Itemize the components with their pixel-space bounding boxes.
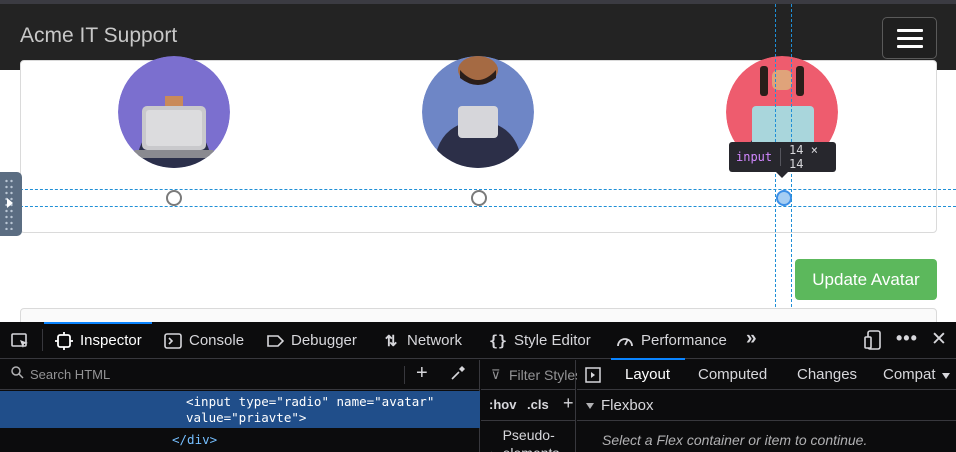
- tab-network[interactable]: ⇅ Network: [381, 322, 462, 359]
- search-html-input[interactable]: Search HTML: [30, 367, 110, 382]
- avatar-image-1[interactable]: [118, 56, 230, 168]
- inspector-highlight-tooltip: input 14 × 14: [729, 142, 836, 172]
- rules-pane: ⊽ Filter Styles :hov .cls + ▶ Pseudo-ele…: [481, 360, 582, 452]
- tab-label: Performance: [641, 332, 727, 349]
- hover-states-button[interactable]: :hov: [489, 397, 516, 412]
- performance-icon: [615, 331, 635, 351]
- highlight-guide-bottom: [0, 206, 956, 207]
- tab-performance[interactable]: Performance: [615, 322, 727, 359]
- tooltip-dimensions: 14 × 14: [789, 143, 818, 171]
- html-line[interactable]: </div>: [172, 432, 217, 447]
- more-options-icon[interactable]: •••: [896, 328, 918, 349]
- search-icon: [11, 366, 24, 382]
- rules-toolbar: :hov .cls +: [481, 391, 576, 421]
- collapse-arrow-icon: [586, 403, 594, 409]
- responsive-design-icon[interactable]: [864, 330, 882, 355]
- tab-computed[interactable]: Computed: [698, 366, 767, 383]
- tab-compat[interactable]: Compat: [883, 366, 936, 383]
- pseudo-elements-label: Pseudo-elements: [502, 427, 560, 452]
- side-panel-handle[interactable]: [0, 172, 22, 236]
- network-icon: ⇅: [384, 332, 398, 350]
- style-editor-icon: {}: [488, 331, 508, 350]
- selected-node-row[interactable]: <input type="radio" name="avatar" value=…: [0, 391, 480, 428]
- hamburger-bar-icon: [897, 45, 923, 48]
- html-line: value="priavte">: [186, 410, 307, 425]
- tab-console[interactable]: Console: [163, 322, 244, 359]
- layout-pane: Layout Computed Changes Compat Flexbox S…: [577, 358, 956, 452]
- class-toggle-button[interactable]: .cls: [527, 397, 549, 412]
- tab-label: Network: [407, 332, 463, 349]
- toggle-sidebar-icon[interactable]: [585, 367, 601, 387]
- sidebar-tabs: Layout Computed Changes Compat: [577, 358, 956, 390]
- flexbox-title: Flexbox: [601, 397, 654, 414]
- hamburger-bar-icon: [897, 37, 923, 40]
- tab-label: Inspector: [80, 332, 142, 349]
- avatar-radio-2[interactable]: [471, 190, 487, 206]
- tab-changes[interactable]: Changes: [797, 366, 857, 383]
- html-line: <input type="radio" name="avatar": [186, 394, 435, 409]
- brand-title[interactable]: Acme IT Support: [20, 24, 177, 48]
- tab-layout[interactable]: Layout: [625, 366, 670, 383]
- tab-inspector[interactable]: Inspector: [44, 322, 152, 359]
- devtools-panel: Inspector Console Debugger ⇅ Network {} …: [0, 322, 956, 452]
- search-divider: [404, 366, 405, 384]
- add-rule-icon[interactable]: +: [563, 393, 574, 414]
- highlight-guide-top: [0, 189, 956, 190]
- pseudo-elements-toggle[interactable]: ▶ Pseudo-elements: [491, 426, 573, 452]
- toolbar-divider: [42, 329, 43, 351]
- console-icon: [163, 331, 183, 351]
- tab-label: Style Editor: [514, 332, 591, 349]
- close-devtools-icon[interactable]: ✕: [931, 328, 947, 351]
- expand-arrow-icon: [7, 198, 13, 208]
- element-picker-button[interactable]: [10, 322, 30, 359]
- flexbox-section-header[interactable]: Flexbox: [577, 391, 956, 421]
- filter-icon: ⊽: [491, 367, 501, 382]
- search-html-bar: Search HTML +: [0, 360, 480, 390]
- filter-styles-input[interactable]: Filter Styles: [509, 367, 582, 383]
- more-tools-chevron-icon[interactable]: »: [746, 328, 757, 350]
- tab-debugger[interactable]: Debugger: [265, 322, 357, 359]
- tab-label: Debugger: [291, 332, 357, 349]
- tooltip-tag: input: [736, 150, 773, 164]
- element-picker-icon: [11, 332, 28, 348]
- inspector-icon: [54, 331, 74, 351]
- filter-styles-bar[interactable]: ⊽ Filter Styles: [481, 360, 582, 390]
- markup-pane: Search HTML + <input type="radio" name="…: [0, 360, 480, 452]
- debugger-icon: [265, 331, 285, 351]
- hamburger-bar-icon: [897, 29, 923, 32]
- avatar-image-2[interactable]: [422, 56, 534, 168]
- flexbox-empty-message: Select a Flex container or item to conti…: [602, 432, 868, 448]
- hamburger-menu-button[interactable]: [882, 17, 937, 59]
- update-avatar-button[interactable]: Update Avatar: [795, 259, 937, 300]
- add-node-icon[interactable]: +: [416, 362, 428, 385]
- active-tab-indicator: [611, 358, 685, 360]
- tooltip-arrow-icon: [776, 172, 788, 178]
- tab-style-editor[interactable]: {} Style Editor: [488, 322, 591, 359]
- eyedropper-icon[interactable]: [450, 365, 466, 385]
- avatar-radio-1[interactable]: [166, 190, 182, 206]
- tab-label: Console: [189, 332, 245, 349]
- avatar-radio-3[interactable]: [776, 190, 792, 206]
- devtools-toolbar: Inspector Console Debugger ⇅ Network {} …: [0, 322, 956, 359]
- tabs-overflow-chevron-icon[interactable]: [942, 373, 950, 379]
